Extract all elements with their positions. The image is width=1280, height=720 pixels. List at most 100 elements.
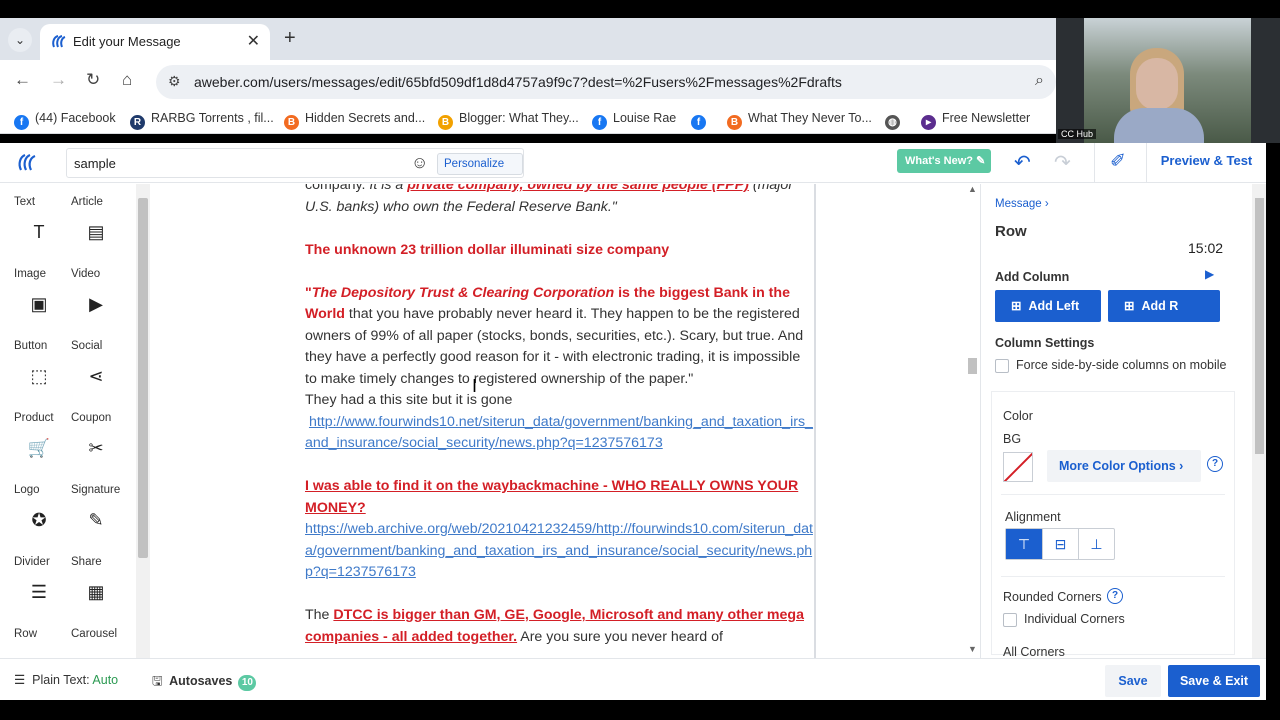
bookmark-item[interactable]: f (44) Facebook — [14, 111, 116, 130]
button-icon: ⬚ — [30, 366, 48, 386]
bookmark-item[interactable]: f — [691, 111, 712, 130]
palette-item-social[interactable]: Social ⋖ — [71, 340, 131, 412]
home-icon[interactable]: ⌂ — [122, 70, 132, 90]
palette-item-row[interactable]: Row — [14, 628, 74, 658]
palette-label: Logo — [14, 484, 40, 496]
bookmark-item[interactable]: ▸ Free Newsletter — [921, 111, 1030, 130]
whats-new-button[interactable]: What's New? ✎ — [897, 149, 991, 173]
force-side-checkbox[interactable] — [995, 359, 1009, 373]
rounded-help-icon[interactable]: ? — [1107, 588, 1123, 604]
more-color-options-button[interactable]: More Color Options › — [1047, 450, 1201, 482]
bookmark-label: What They Never To... — [748, 111, 872, 125]
palette-item-image[interactable]: Image ▣ — [14, 268, 74, 340]
fourwinds-link[interactable]: http://www.fourwinds10.net/siterun_data/… — [305, 414, 813, 452]
bg-color-swatch[interactable] — [1003, 452, 1033, 482]
cart-icon: 🛒 — [27, 438, 51, 458]
bookmark-item[interactable]: ◍ — [885, 111, 906, 130]
palette-item-carousel[interactable]: Carousel — [71, 628, 131, 658]
properties-panel: Message › Row 15:02 ▶ 🔖 Add Column ⊞ Add… — [980, 184, 1266, 658]
site-settings-icon[interactable]: ⚙ — [168, 73, 181, 90]
individual-corners-checkbox[interactable] — [1003, 613, 1017, 627]
align-top-icon[interactable]: ⊤ — [1006, 529, 1042, 559]
message-body[interactable]: company. It is a private company, owned … — [305, 184, 813, 658]
palette-item-coupon[interactable]: Coupon ✂ — [71, 412, 131, 484]
palette-item-share[interactable]: Share ▦ — [71, 556, 131, 628]
align-middle-icon[interactable]: ⊟ — [1042, 529, 1078, 559]
wayback-link[interactable]: https://web.archive.org/web/202104212324… — [305, 521, 813, 580]
aweber-editor-app: sample ☺ Personalize ⌄ What's New? ✎ ↶ ↷… — [0, 143, 1266, 700]
bookmark-item[interactable]: f Louise Rae — [592, 111, 676, 130]
palette-label: Share — [71, 556, 102, 568]
reload-icon[interactable]: ↻ — [86, 70, 100, 90]
save-exit-button[interactable]: Save & Exit — [1168, 665, 1260, 697]
palette-scrollbar[interactable] — [136, 184, 150, 658]
palette-item-divider[interactable]: Divider ☰ — [14, 556, 74, 628]
preview-test-button[interactable]: Preview & Test — [1146, 143, 1266, 183]
editor-scroll-thumb[interactable] — [968, 358, 977, 374]
bookmark-item[interactable]: B Hidden Secrets and... — [284, 111, 425, 130]
redo-icon[interactable]: ↷ — [1054, 150, 1071, 175]
force-side-label: Force side-by-side columns on mobile — [1016, 358, 1227, 372]
editor-scrollbar[interactable]: ▲ ▼ — [964, 184, 980, 658]
tab-close-icon[interactable]: ✕ — [247, 31, 260, 51]
timer-readout: 15:02 — [1188, 240, 1224, 256]
add-right-icon: ⊞ — [1124, 299, 1135, 313]
scroll-up-icon[interactable]: ▲ — [968, 184, 977, 194]
bookmark-label: Blogger: What They... — [459, 111, 579, 125]
bookmark-item[interactable]: B What They Never To... — [727, 111, 872, 130]
bookmark-item[interactable]: R RARBG Torrents , fil... — [130, 111, 274, 130]
play-icon[interactable]: ▶ — [1205, 267, 1214, 281]
blogger-icon: B — [284, 115, 299, 130]
subject-input[interactable]: sample ☺ Personalize ⌄ — [66, 148, 524, 190]
palette-item-video[interactable]: Video ▶ — [71, 268, 131, 340]
undo-icon[interactable]: ↶ — [1014, 150, 1031, 175]
url-text: aweber.com/users/messages/edit/65bfd509d… — [194, 74, 842, 90]
tab-title: Edit your Message — [73, 34, 181, 49]
aweber-logo-icon[interactable] — [16, 151, 40, 175]
divider-icon: ☰ — [30, 582, 48, 602]
add-right-button[interactable]: ⊞ Add R — [1108, 290, 1220, 322]
add-left-button[interactable]: ⊞ Add Left — [995, 290, 1101, 322]
breadcrumb[interactable]: Message › — [995, 198, 1049, 210]
panel-scrollbar[interactable] — [1252, 184, 1266, 658]
align-bottom-icon[interactable]: ⊥ — [1078, 529, 1114, 559]
design-brush-icon[interactable]: ✐ — [1110, 150, 1126, 173]
alignment-toggle: ⊤ ⊟ ⊥ — [1005, 528, 1115, 560]
plain-text-toggle[interactable]: ☰ Plain Text: Auto — [14, 672, 118, 687]
rarbg-icon: R — [130, 115, 145, 130]
webcam-caption: CC Hub — [1058, 129, 1097, 139]
help-icon[interactable]: ? — [1207, 456, 1223, 472]
nav-bar: ← → ↻ ⌂ ⚙ aweber.com/users/messages/edit… — [0, 60, 1056, 104]
palette-item-signature[interactable]: Signature ✎ — [71, 484, 131, 556]
panel-title: Row — [995, 223, 1027, 240]
autosaves-count-badge: 10 — [238, 675, 257, 691]
forward-icon[interactable]: → — [50, 70, 67, 90]
palette-item-article[interactable]: Article ▤ — [71, 196, 131, 268]
palette-item-logo[interactable]: Logo ✪ — [14, 484, 74, 556]
back-icon[interactable]: ← — [14, 70, 31, 90]
palette-item-text[interactable]: Text T — [14, 196, 74, 268]
tab-search-chevron-icon[interactable]: ⌄ — [8, 28, 32, 52]
browser-tab[interactable]: Edit your Message ✕ — [40, 24, 270, 60]
new-tab-icon[interactable]: + — [284, 27, 296, 50]
bg-label: BG — [1003, 432, 1022, 446]
bookmark-label: Hidden Secrets and... — [305, 111, 426, 125]
emoji-icon[interactable]: ☺ — [411, 153, 428, 173]
palette-item-product[interactable]: Product 🛒 — [14, 412, 74, 484]
personalize-label: Personalize — [444, 158, 505, 170]
bookmark-label: Free Newsletter — [942, 111, 1031, 125]
paragraph-bigger: The DTCC is bigger than GM, GE, Google, … — [305, 607, 804, 645]
bookmark-item[interactable]: B Blogger: What They... — [438, 111, 579, 130]
scroll-down-icon[interactable]: ▼ — [968, 644, 977, 654]
palette-item-button[interactable]: Button ⬚ — [14, 340, 74, 412]
save-button[interactable]: Save — [1105, 665, 1161, 697]
email-canvas[interactable]: company. It is a private company, owned … — [150, 184, 980, 658]
autosaves-button[interactable]: 🖫 Autosaves 10 — [152, 672, 257, 693]
block-palette: Carousel Row Share ▦ Divider ☰ Signature ✎ Logo ✪… — [0, 184, 150, 658]
facebook-icon: f — [592, 115, 607, 130]
editor-header: sample ☺ Personalize ⌄ What's New? ✎ ↶ ↷… — [0, 143, 1266, 190]
personalize-dropdown[interactable]: Personalize ⌄ — [437, 153, 523, 190]
zoom-icon[interactable]: ⌕ — [1035, 72, 1044, 90]
rounded-corners-heading: Rounded Corners — [1003, 590, 1102, 604]
address-bar[interactable]: ⚙ aweber.com/users/messages/edit/65bfd50… — [156, 65, 1056, 99]
